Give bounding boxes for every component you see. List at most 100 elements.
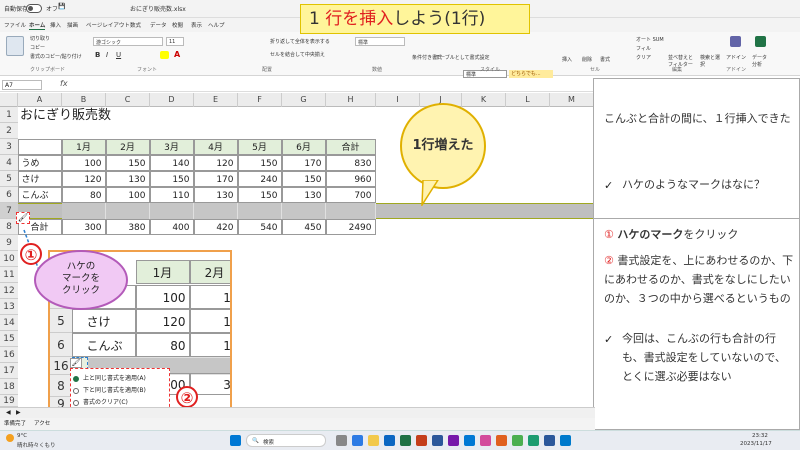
format-as-table-button[interactable]: テーブルとして書式設定 [435,54,490,61]
zoom-brush-icon[interactable]: 🖌 [70,358,82,368]
inserted-row-cell[interactable] [150,203,194,219]
app-icon[interactable] [496,435,507,446]
inserted-row-cell[interactable] [282,203,326,219]
edge-icon[interactable] [352,435,363,446]
col-header-g[interactable]: G [282,93,326,107]
bold-button[interactable]: B [95,51,100,59]
header-cell[interactable]: 4月 [193,138,238,155]
col-header-i[interactable]: I [376,93,420,107]
fill-button[interactable]: フィル [636,45,651,52]
font-size-select[interactable]: 11 [166,37,184,46]
cut-button[interactable]: 切り取り [30,35,50,42]
row-label-cell[interactable]: こんぶ [17,186,62,203]
tab-help[interactable]: ヘルプ [208,21,225,29]
app-icon[interactable] [528,435,539,446]
col-header-m[interactable]: M [550,93,594,107]
tab-data[interactable]: データ [150,21,167,29]
inserted-row-cell[interactable] [194,203,238,219]
name-box[interactable]: A7 [2,80,42,90]
explorer-icon[interactable] [368,435,379,446]
data-cell[interactable]: 170 [281,154,326,171]
option-format-same-as-above[interactable]: 上と同じ書式を適用(A) [73,373,146,385]
row-header-3[interactable]: 3 [0,139,18,155]
row-header-17[interactable]: 17 [0,363,18,379]
row-header-18[interactable]: 18 [0,379,18,395]
paste-icon[interactable] [6,36,24,56]
data-cell[interactable]: 110 [149,186,194,203]
data-cell[interactable]: 120 [193,154,238,171]
row-header-10[interactable]: 10 [0,251,18,267]
next-sheet-icon[interactable]: ▶ [16,409,21,416]
data-cell[interactable]: 100 [61,154,106,171]
select-all-corner[interactable] [0,93,18,107]
outlook-icon[interactable] [464,435,475,446]
row-header-4[interactable]: 4 [0,155,18,171]
inserted-row-cell[interactable] [62,203,106,219]
clear-button[interactable]: クリア [636,54,651,61]
row-header-9[interactable]: 9 [0,235,18,251]
sheet-title[interactable]: おにぎり販売数 [20,107,111,125]
tab-draw[interactable]: 描画 [67,21,78,29]
row-header-19[interactable]: 19 [0,395,18,407]
tab-formulas[interactable]: 数式 [130,21,141,29]
data-cell[interactable]: 80 [61,186,106,203]
header-blank-cell[interactable] [17,138,62,155]
tab-review[interactable]: 校閲 [172,21,183,29]
wrap-text-button[interactable]: 折り返して全体を表示する [270,38,330,45]
data-cell[interactable]: 130 [281,186,326,203]
col-header-a[interactable]: A [18,93,62,107]
row-header-11[interactable]: 11 [0,267,18,283]
app-icon[interactable] [480,435,491,446]
format-painter-button[interactable]: 書式のコピー/貼り付け [30,53,82,60]
tab-view[interactable]: 表示 [191,21,202,29]
addin-icon[interactable] [730,36,741,47]
data-cell[interactable]: 400 [149,218,194,235]
style-neutral[interactable]: どちらでも... [509,70,553,78]
tab-page-layout[interactable]: ページレイアウト [86,21,130,29]
font-color-icon[interactable]: A [174,50,180,59]
header-cell[interactable]: 6月 [281,138,326,155]
tab-insert[interactable]: 挿入 [50,21,61,29]
app-icon[interactable] [544,435,555,446]
find-select-button[interactable]: 検索と選択 [700,54,720,68]
data-cell[interactable]: 170 [193,170,238,187]
word-icon[interactable] [432,435,443,446]
clock-time[interactable]: 23:32 [752,433,768,439]
row-header-2[interactable]: 2 [0,123,18,139]
data-cell[interactable]: 150 [105,154,150,171]
data-cell[interactable]: 2490 [325,218,376,235]
row-header-15[interactable]: 15 [0,331,18,347]
data-cell[interactable]: 540 [237,218,282,235]
row-header-16[interactable]: 16 [0,347,18,363]
copy-button[interactable]: コピー [30,44,45,51]
insert-options-brush-icon[interactable]: 🖌 [16,212,30,224]
data-cell[interactable]: 240 [237,170,282,187]
header-cell[interactable]: 3月 [149,138,194,155]
data-cell[interactable]: 380 [105,218,150,235]
inserted-row-cell[interactable] [106,203,150,219]
merge-center-button[interactable]: セルを結合して中央揃え [270,51,325,58]
col-header-k[interactable]: K [462,93,506,107]
data-cell[interactable]: 120 [61,170,106,187]
col-header-d[interactable]: D [150,93,194,107]
tab-file[interactable]: ファイル [4,21,26,29]
data-cell[interactable]: 150 [149,170,194,187]
start-icon[interactable] [230,435,241,446]
col-header-e[interactable]: E [194,93,238,107]
row-header-5[interactable]: 5 [0,171,18,187]
taskview-icon[interactable] [336,435,347,446]
data-cell[interactable]: 700 [325,186,376,203]
vscode-icon[interactable] [560,435,571,446]
header-cell[interactable]: 合計 [325,138,376,155]
col-header-h[interactable]: H [326,93,376,107]
data-cell[interactable]: 960 [325,170,376,187]
row-label-cell[interactable]: さけ [17,170,62,187]
weather-icon[interactable] [6,434,14,442]
tab-home[interactable]: ホーム [29,21,46,30]
format-cells-button[interactable]: 書式 [600,56,610,63]
data-cell[interactable]: 150 [237,186,282,203]
inserted-row-cell[interactable] [238,203,282,219]
data-cell[interactable]: 150 [281,170,326,187]
data-cell[interactable]: 150 [237,154,282,171]
data-analysis-button[interactable]: データ分析 [752,54,770,68]
